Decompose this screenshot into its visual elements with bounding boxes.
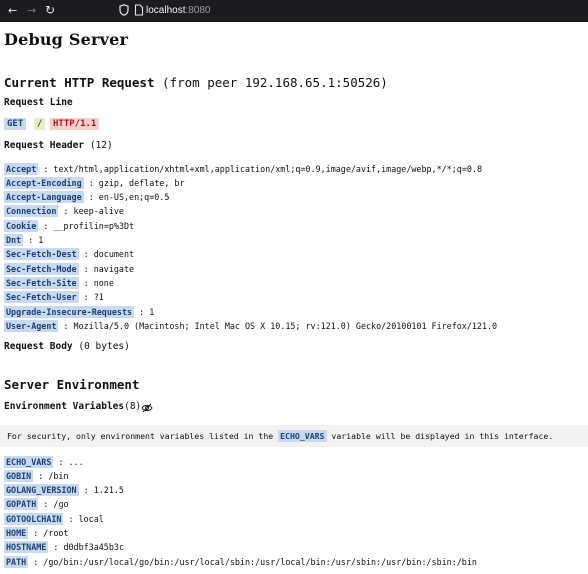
header-row: Dnt : 1 <box>4 234 43 246</box>
request-method: GET <box>4 118 27 130</box>
header-row: Upgrade-Insecure-Requests : 1 <box>4 305 155 318</box>
header-row-value: : keep-alive <box>63 206 124 217</box>
env-var-row: HOME : /root <box>4 527 69 539</box>
env-var-row-value: : local <box>68 513 104 524</box>
env-var-row: PATH : /go/bin:/usr/local/go/bin:/usr/lo… <box>4 555 477 568</box>
header-row-value: : text/html,application/xhtml+xml,applic… <box>43 163 482 174</box>
env-var-row-value: : /go <box>43 499 69 510</box>
header-row-key: Sec-Fetch-Site <box>4 276 79 289</box>
request-header-heading: Request Header (12) <box>4 139 113 153</box>
env-var-row-value: : /go/bin:/usr/local/go/bin:/usr/local/s… <box>33 556 477 567</box>
env-var-row-value: : 1.21.5 <box>83 485 124 496</box>
env-var-row-key: ECHO_VARS <box>4 455 54 468</box>
header-row-value: : 1 <box>28 235 44 245</box>
header-row: Sec-Fetch-Site : none <box>4 276 114 289</box>
request-peer: (from peer 192.168.65.1:50526) <box>162 75 388 90</box>
env-var-row-key: PATH <box>4 555 29 568</box>
notice-text-after: variable will be displayed in this inter… <box>326 431 554 441</box>
request-protocol: HTTP/1.1 <box>50 118 100 130</box>
notice-keyword: ECHO_VARS <box>278 430 327 442</box>
environment-vars-label: Environment Variables <box>4 401 125 412</box>
arrow-left-icon[interactable]: ← <box>8 3 17 19</box>
eye-off-icon <box>141 403 153 413</box>
env-var-row: GOLANG_VERSION : 1.21.5 <box>4 484 124 497</box>
environment-vars-count: (8) <box>124 401 142 412</box>
env-var-row-key: GOPATH <box>4 498 39 511</box>
security-notice: For security, only environment variables… <box>0 425 588 447</box>
header-row-value: : Mozilla/5.0 (Macintosh; Intel Mac OS X… <box>63 320 498 331</box>
header-row: Connection : keep-alive <box>4 205 124 218</box>
request-header-count: (12) <box>89 140 113 151</box>
env-var-row-value: : /bin <box>38 470 69 481</box>
environment-heading: Server Environment <box>4 377 140 392</box>
env-var-row: ECHO_VARS : ... <box>4 455 84 468</box>
request-body-label: Request Body <box>4 341 73 352</box>
env-var-row-key: GOLANG_VERSION <box>4 484 79 497</box>
header-row-key: Accept-Encoding <box>4 176 84 189</box>
request-path: / <box>34 118 46 130</box>
header-row-key: Connection <box>4 205 59 218</box>
header-row-value: : en-US,en;q=0.5 <box>88 192 170 203</box>
header-row: Accept-Language : en-US,en;q=0.5 <box>4 191 170 204</box>
header-row: Cookie : __profilin=p%3Dt <box>4 219 135 232</box>
header-row-value: : 1 <box>139 306 155 317</box>
header-row: Sec-Fetch-User : ?1 <box>4 291 104 304</box>
url-bar[interactable]: localhost:8080 <box>146 3 211 19</box>
header-row-key: Cookie <box>4 219 39 232</box>
header-row-value: : ?1 <box>83 292 104 303</box>
request-heading-label: Current HTTP Request <box>4 75 155 90</box>
env-var-row-value: : ... <box>58 456 84 467</box>
header-row-value: : __profilin=p%3Dt <box>43 220 135 231</box>
shield-icon[interactable] <box>119 4 129 16</box>
env-var-row-value: : d0dbf3a45b3c <box>53 542 124 553</box>
header-row-key: Accept-Language <box>4 191 84 204</box>
request-body-size: (0 bytes) <box>78 341 130 352</box>
env-var-row: GOPATH : /go <box>4 498 69 511</box>
env-var-row: GOTOOLCHAIN : local <box>4 512 104 525</box>
header-row: Sec-Fetch-Mode : navigate <box>4 262 135 275</box>
browser-toolbar: ← → ↻ localhost:8080 <box>0 0 588 22</box>
reload-icon[interactable]: ↻ <box>45 2 55 18</box>
header-row-value: : navigate <box>83 263 135 274</box>
header-row: User-Agent : Mozilla/5.0 (Macintosh; Int… <box>4 319 498 332</box>
header-row-key: Upgrade-Insecure-Requests <box>4 305 135 318</box>
env-var-row-key: GOTOOLCHAIN <box>4 512 64 525</box>
env-var-row-key: HOSTNAME <box>4 541 49 554</box>
page-title: Debug Server <box>4 30 129 49</box>
request-header-label: Request Header <box>4 140 85 151</box>
request-body-heading: Request Body (0 bytes) <box>4 340 130 354</box>
env-var-row-key: GOBIN <box>4 469 34 482</box>
arrow-right-icon[interactable]: → <box>27 3 36 19</box>
header-row: Sec-Fetch-Dest : document <box>4 248 135 261</box>
header-row-key: User-Agent <box>4 319 59 332</box>
url-host: localhost <box>146 5 186 16</box>
env-var-row-value: : /root <box>33 528 69 538</box>
header-row-value: : document <box>83 249 135 260</box>
header-row-key: Accept <box>4 162 39 175</box>
env-var-row: GOBIN : /bin <box>4 469 69 482</box>
header-row-value: : gzip, deflate, br <box>88 177 185 188</box>
url-port: :8080 <box>185 5 211 16</box>
notice-text-before: For security, only environment variables… <box>7 431 279 441</box>
header-row-value: : none <box>83 277 114 288</box>
header-row-key: Sec-Fetch-Dest <box>4 248 79 261</box>
env-var-row: HOSTNAME : d0dbf3a45b3c <box>4 541 124 554</box>
header-row-key: Sec-Fetch-Mode <box>4 262 79 275</box>
header-row-key: Dnt <box>4 234 24 246</box>
header-row: Accept-Encoding : gzip, deflate, br <box>4 176 185 189</box>
header-row: Accept : text/html,application/xhtml+xml… <box>4 162 482 175</box>
request-line-heading: Request Line <box>4 97 73 108</box>
header-row-key: Sec-Fetch-User <box>4 291 79 304</box>
env-var-row-key: HOME <box>4 527 29 539</box>
request-heading: Current HTTP Request (from peer 192.168.… <box>4 75 388 91</box>
environment-vars-heading: Environment Variables(8) <box>4 400 141 414</box>
page-icon[interactable] <box>134 4 144 16</box>
